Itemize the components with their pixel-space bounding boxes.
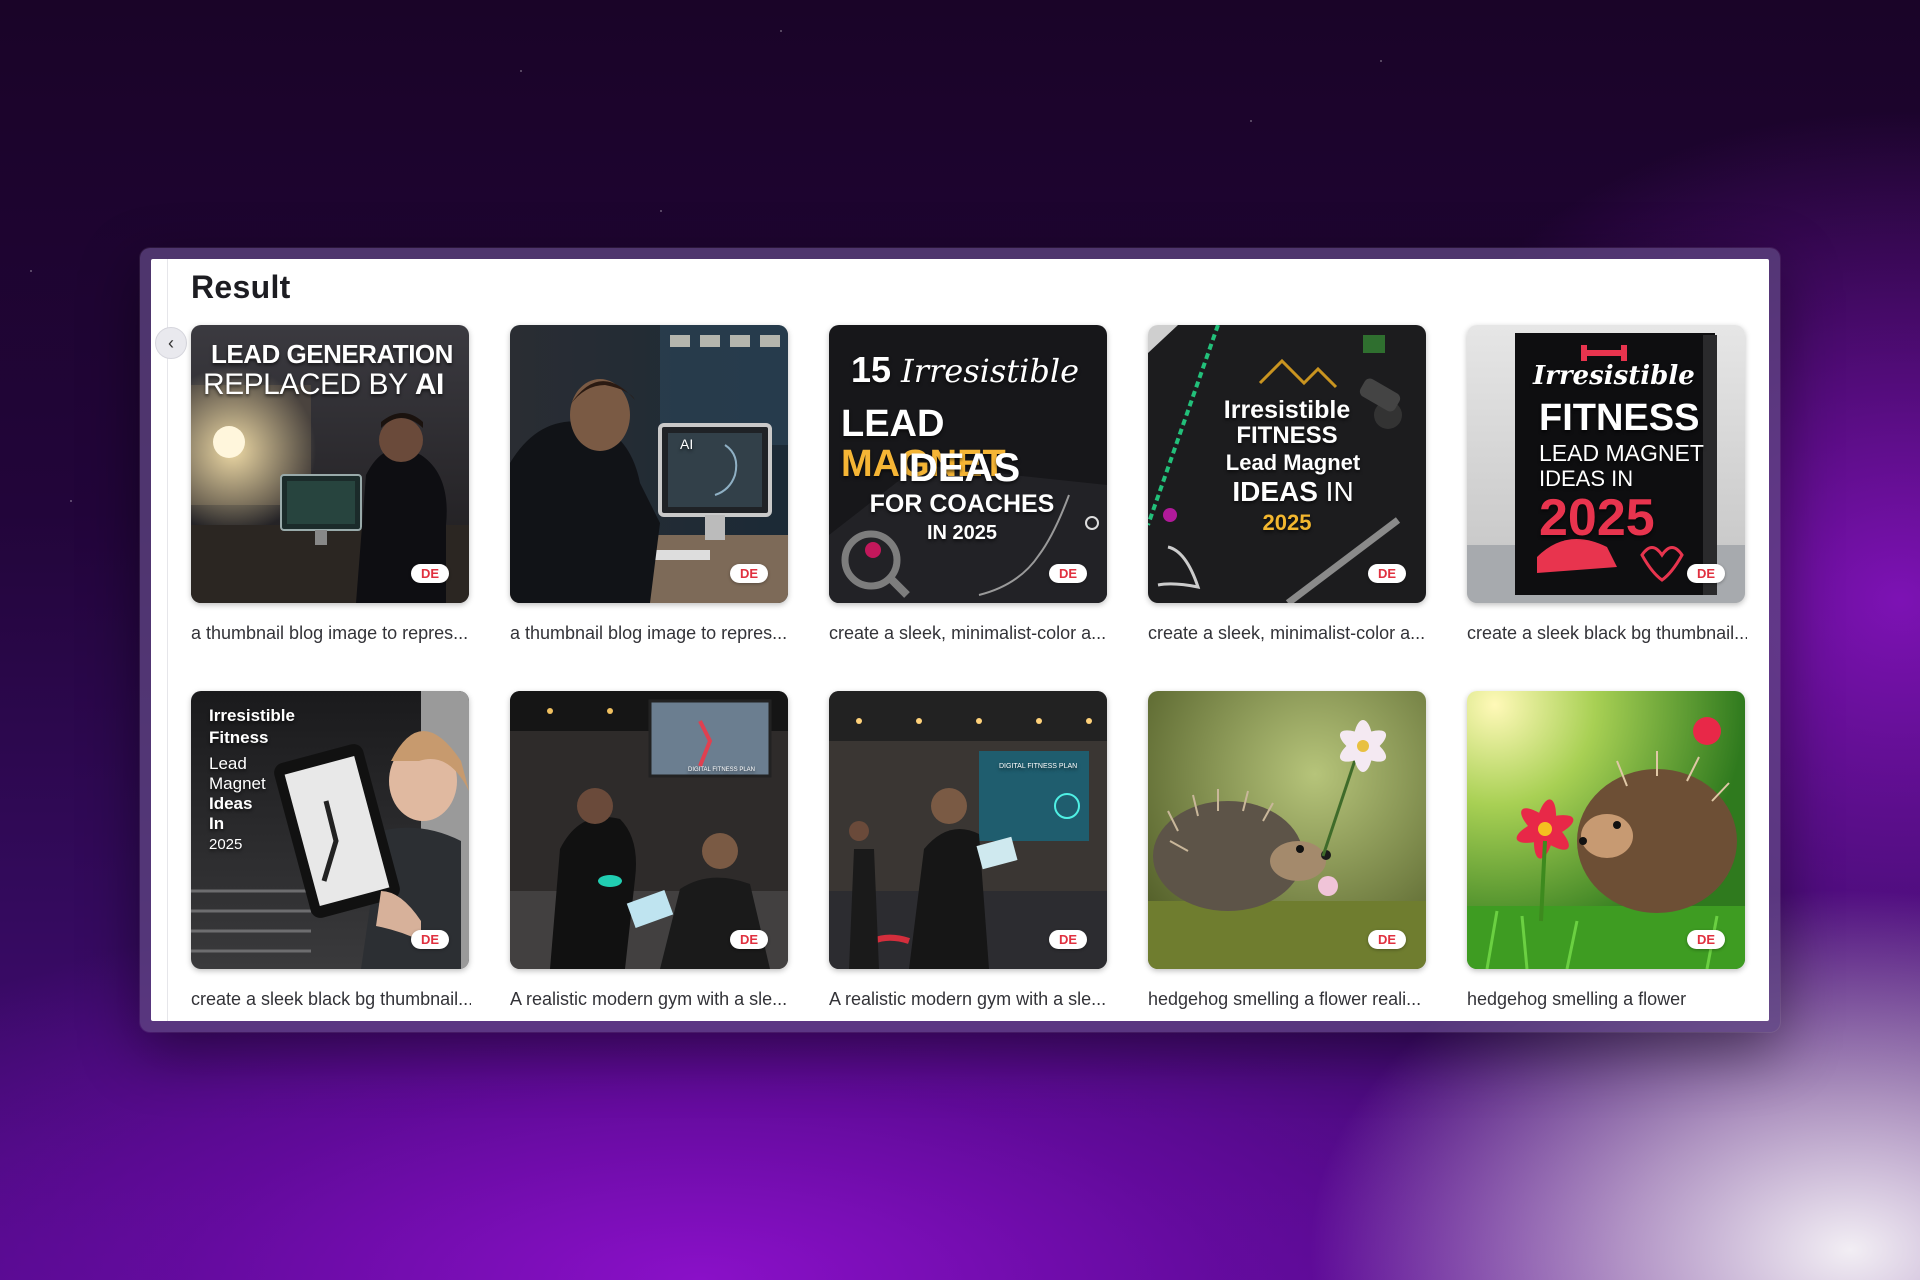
language-badge: DE	[1368, 564, 1406, 583]
chevron-left-icon: ‹	[168, 332, 174, 353]
image-grid: LEAD GENERATION REPLACED BY AI DE a thum…	[191, 325, 1751, 1021]
language-badge: DE	[730, 930, 768, 949]
thumbnail-text: IDEAS	[1232, 476, 1318, 507]
image-card[interactable]: Irresistible FITNESS LEAD MAGNET IDEAS I…	[1467, 325, 1747, 644]
star	[660, 210, 662, 212]
language-badge: DE	[730, 564, 768, 583]
image-thumbnail[interactable]: DE	[1467, 691, 1745, 969]
thumbnail-text: Irresistible	[1533, 361, 1695, 391]
thumbnail-text: FOR COACHES	[869, 490, 1055, 518]
side-rail	[167, 259, 168, 1021]
thumbnail-text: DIGITAL FITNESS PLAN	[999, 763, 1078, 770]
thumbnail-headline: IDEAS IN	[1148, 477, 1426, 506]
result-panel: Result ‹ LEAD GENERATION REPLACED BY AI …	[151, 259, 1769, 1021]
language-badge: DE	[1049, 564, 1087, 583]
image-thumbnail[interactable]: AI DE	[510, 325, 788, 603]
image-thumbnail[interactable]: Irresistible FITNESS LEAD MAGNET IDEAS I…	[1467, 325, 1745, 603]
thumbnail-text: Lead Magnet	[1225, 450, 1361, 475]
star	[1250, 120, 1252, 122]
thumbnail-text: Magnet	[209, 774, 266, 793]
thumbnail-text: IN	[1317, 476, 1354, 507]
image-card[interactable]: LEAD GENERATION REPLACED BY AI DE a thum…	[191, 325, 471, 644]
thumbnail-text: AI	[680, 436, 694, 452]
thumbnail-text: Ideas	[209, 794, 253, 813]
thumbnail-subheadline: REPLACED BY AI	[203, 369, 444, 401]
thumbnail-text: FITNESS	[1236, 422, 1338, 449]
image-card[interactable]: 15 Irresistible LEAD MAGNET IDEAS FOR CO…	[829, 325, 1109, 644]
language-badge: DE	[1687, 564, 1725, 583]
thumbnail-text: 2025	[1539, 489, 1655, 547]
thumbnail-headline: LEAD GENERATION	[211, 339, 453, 369]
language-badge: DE	[1687, 930, 1725, 949]
image-card[interactable]: AI DE a thumbnail blog image to repres..…	[510, 325, 790, 644]
image-caption: hedgehog smelling a flower	[1467, 989, 1687, 1009]
star	[780, 30, 782, 32]
thumbnail-text: DIGITAL FITNESS PLAN	[688, 767, 756, 773]
thumbnail-text: Lead	[209, 754, 247, 773]
thumbnail-text: 15	[851, 349, 902, 390]
image-thumbnail[interactable]: Irresistible Fitness Lead Magnet Ideas I…	[191, 691, 469, 969]
image-card[interactable]: Irresistible Fitness Lead Magnet Ideas I…	[191, 691, 471, 1010]
result-window: Result ‹ LEAD GENERATION REPLACED BY AI …	[140, 248, 1780, 1032]
image-thumbnail[interactable]: LEAD GENERATION REPLACED BY AI DE	[191, 325, 469, 603]
thumbnail-text: LEAD MAGNET	[1539, 440, 1704, 466]
image-caption: A realistic modern gym with a sle...	[510, 989, 788, 1009]
image-thumbnail[interactable]: 15 Irresistible LEAD MAGNET IDEAS FOR CO…	[829, 325, 1107, 603]
image-caption: create a sleek, minimalist-color a...	[1148, 623, 1426, 643]
image-caption: a thumbnail blog image to repres...	[191, 623, 469, 643]
thumbnail-text: IDEAS	[897, 446, 1021, 490]
thumbnail-text: 2025	[209, 836, 243, 853]
image-thumbnail[interactable]: DIGITAL FITNESS PLAN DE	[829, 691, 1107, 969]
language-badge: DE	[411, 930, 449, 949]
image-caption: create a sleek black bg thumbnail...	[191, 989, 471, 1009]
language-badge: DE	[411, 564, 449, 583]
panel-title: Result	[191, 269, 291, 305]
thumbnail-text: In	[209, 814, 225, 833]
star	[70, 500, 72, 502]
image-thumbnail[interactable]: Irresistible FITNESS Lead Magnet IDEAS I…	[1148, 325, 1426, 603]
image-card[interactable]: DIGITAL FITNESS PLAN DE A realistic mode…	[510, 691, 790, 1010]
thumbnail-text: Fitness	[209, 728, 269, 747]
thumbnail-text: 2025	[1262, 510, 1312, 535]
image-thumbnail[interactable]: DIGITAL FITNESS PLAN DE	[510, 691, 788, 969]
image-thumbnail[interactable]: DE	[1148, 691, 1426, 969]
back-button[interactable]: ‹	[155, 327, 187, 359]
thumbnail-text: FITNESS	[1539, 397, 1700, 439]
thumbnail-text: Irresistible	[901, 352, 1080, 390]
thumbnail-text: REPLACED BY	[203, 368, 415, 401]
image-card[interactable]: DIGITAL FITNESS PLAN DE A realistic mode…	[829, 691, 1109, 1010]
thumbnail-text: LEAD	[841, 403, 945, 445]
thumbnail-headline: 15 Irresistible	[851, 351, 1079, 389]
thumbnail-text: Irresistible	[1223, 396, 1351, 424]
thumbnail-text: Irresistible	[209, 706, 295, 725]
thumbnail-text: IDEAS IN	[1539, 466, 1634, 491]
image-caption: create a sleek, minimalist-color a...	[829, 623, 1107, 643]
star	[520, 70, 522, 72]
image-card[interactable]: DE hedgehog smelling a flower reali...	[1148, 691, 1428, 1010]
image-card[interactable]: DE hedgehog smelling a flower	[1467, 691, 1747, 1010]
image-caption: create a sleek black bg thumbnail...	[1467, 623, 1747, 643]
language-badge: DE	[1368, 930, 1406, 949]
thumbnail-text: IN 2025	[926, 522, 998, 544]
star	[30, 270, 32, 272]
image-caption: hedgehog smelling a flower reali...	[1148, 989, 1422, 1009]
star	[1380, 60, 1382, 62]
thumbnail-text: AI	[414, 368, 445, 401]
image-card[interactable]: Irresistible FITNESS Lead Magnet IDEAS I…	[1148, 325, 1428, 644]
image-caption: A realistic modern gym with a sle...	[829, 989, 1107, 1009]
image-caption: a thumbnail blog image to repres...	[510, 623, 788, 643]
language-badge: DE	[1049, 930, 1087, 949]
